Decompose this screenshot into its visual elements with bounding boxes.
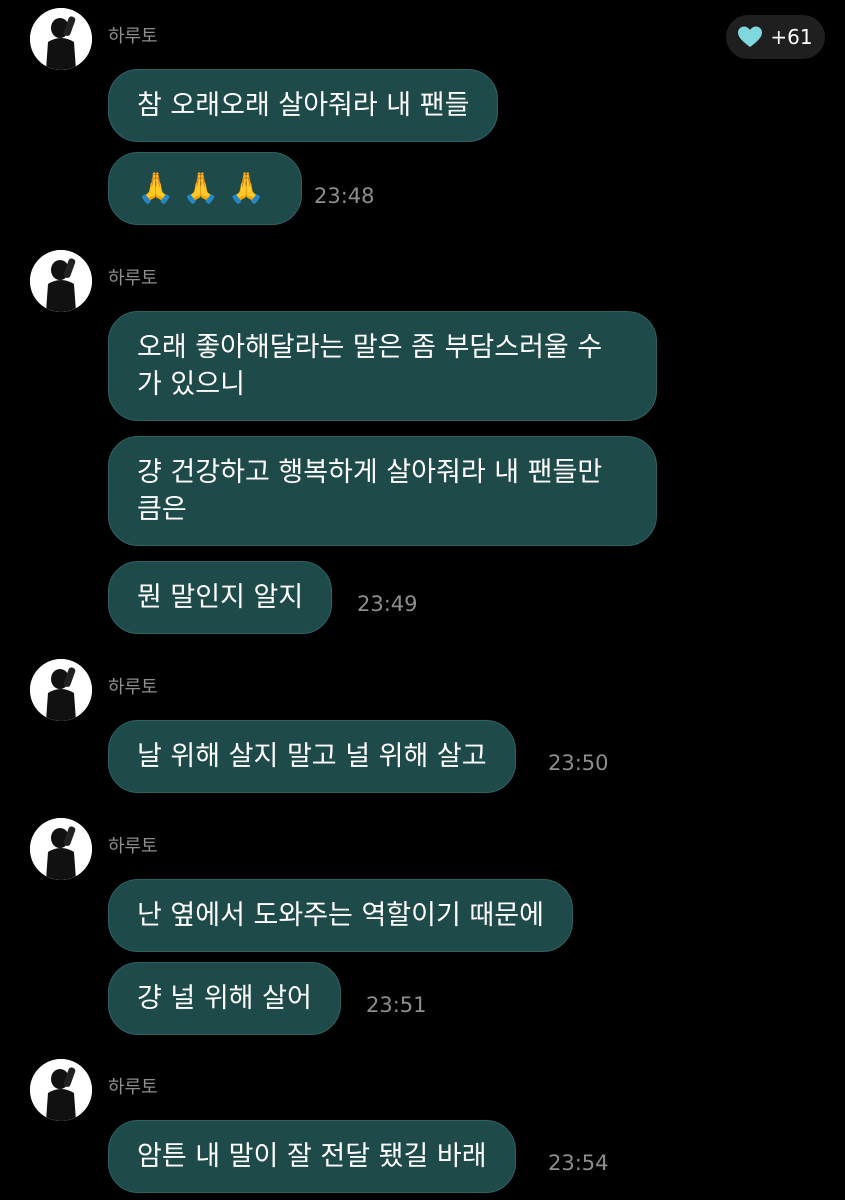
message-timestamp: 23:50 [548,751,609,775]
avatar[interactable] [30,818,92,880]
heart-icon [738,26,763,48]
message-bubble[interactable]: 참 오래오래 살아줘라 내 팬들 [108,69,499,142]
message-bubble[interactable]: 뭔 말인지 알지 [108,561,333,634]
message-bubble[interactable]: 오래 좋아해달라는 말은 좀 부담스러울 수 가 있으니 [108,311,657,421]
like-count: +61 [770,25,813,49]
message-bubble[interactable]: 난 옆에서 도와주는 역할이기 때문에 [108,879,573,952]
avatar[interactable] [30,659,92,721]
avatar[interactable] [30,250,92,312]
message-timestamp: 23:54 [548,1151,609,1175]
sender-name: 하루토 [108,26,158,47]
sender-name: 하루토 [108,1077,158,1098]
message-bubble[interactable]: 걍 널 위해 살어 [108,962,341,1035]
avatar[interactable] [30,1059,92,1121]
message-timestamp: 23:51 [366,993,427,1017]
sender-name: 하루토 [108,268,158,289]
message-bubble[interactable]: 날 위해 살지 말고 널 위해 살고 [108,720,516,793]
message-timestamp: 23:48 [314,184,375,208]
message-bubble[interactable]: 암튼 내 말이 잘 전달 됐길 바래 [108,1120,516,1193]
like-count-badge[interactable]: +61 [726,15,825,59]
avatar[interactable] [30,8,92,70]
message-bubble[interactable]: 🙏🙏🙏 [108,152,303,225]
message-timestamp: 23:49 [357,592,418,616]
sender-name: 하루토 [108,677,158,698]
message-bubble[interactable]: 걍 건강하고 행복하게 살아줘라 내 팬들만 큼은 [108,436,657,546]
sender-name: 하루토 [108,836,158,857]
